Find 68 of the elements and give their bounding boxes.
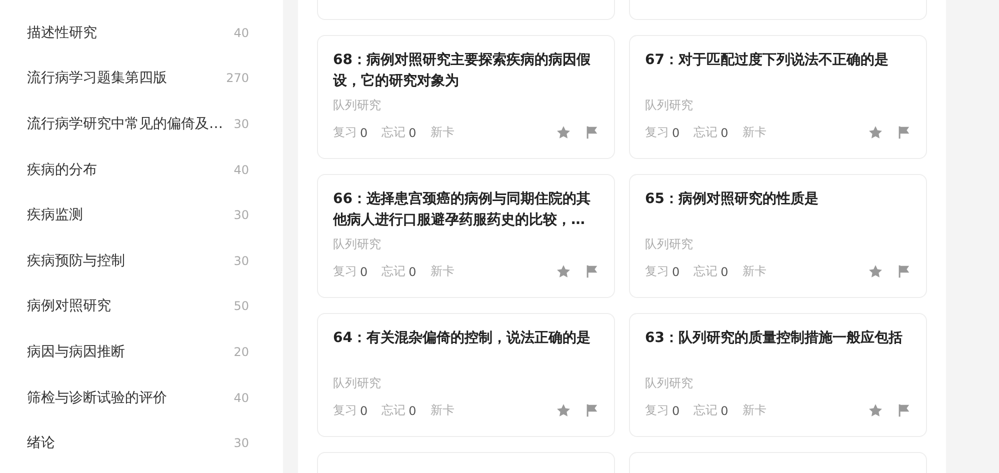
question-title: 64：有关混杂偏倚的控制，说法正确的是 [333, 329, 592, 348]
forget-label: 忘记 [382, 402, 406, 419]
star-icon[interactable] [556, 125, 571, 140]
sidebar-item[interactable]: 流行病学研究中常见的偏倚及… 30 [0, 101, 283, 147]
sidebar-item[interactable]: 病例对照研究 50 [0, 284, 283, 330]
sidebar-item[interactable]: 绪论 30 [0, 420, 283, 466]
flag-icon[interactable] [584, 125, 599, 140]
review-count: 0 [360, 264, 368, 278]
question-title: 63：队列研究的质量控制措施一般应包括 [645, 328, 904, 348]
star-icon[interactable] [868, 125, 883, 140]
star-icon[interactable] [556, 264, 571, 279]
forget-label: 忘记 [694, 263, 718, 280]
sidebar-item[interactable]: 筛检与诊断试验的评价 40 [0, 374, 283, 420]
category-tag: 队列研究 [333, 375, 599, 392]
flag-icon[interactable] [584, 264, 599, 279]
question-card[interactable]: 64：有关混杂偏倚的控制，说法正确的是 队列研究 复习 0 忘记 0 新卡 [317, 313, 615, 437]
forget-label: 忘记 [382, 124, 406, 141]
forget-label: 忘记 [694, 124, 718, 141]
forget-count: 0 [720, 404, 728, 418]
star-icon[interactable] [868, 403, 883, 418]
forget-count: 0 [720, 126, 728, 140]
flag-icon[interactable] [896, 403, 911, 418]
card-status: 新卡 [742, 124, 766, 141]
sidebar-item[interactable]: 描述性研究 40 [0, 10, 283, 56]
question-title: 68：病例对照研究主要探索疾病的病因假设，它的研究对象为 [333, 50, 592, 91]
review-label: 复习 [333, 402, 357, 419]
sidebar-item[interactable]: 疾病预防与控制 30 [0, 238, 283, 284]
sidebar-item[interactable]: 流行病学习题集第四版 270 [0, 56, 283, 102]
flag-icon[interactable] [584, 403, 599, 418]
category-tag: 队列研究 [645, 97, 911, 114]
question-card[interactable]: 63：队列研究的质量控制措施一般应包括 队列研究 复习 0 忘记 0 新卡 [629, 313, 927, 437]
question-title: 67：对于匹配过度下列说法不正确的是 [645, 50, 890, 70]
review-count: 0 [672, 404, 680, 418]
card-status: 新卡 [742, 263, 766, 280]
review-label: 复习 [333, 263, 357, 280]
star-icon[interactable] [556, 403, 571, 418]
question-card[interactable]: 67：对于匹配过度下列说法不正确的是 队列研究 复习 0 忘记 0 新卡 [629, 35, 927, 159]
review-label: 复习 [645, 263, 669, 280]
review-count: 0 [360, 404, 368, 418]
question-card[interactable]: 65：病例对照研究的性质是 队列研究 复习 0 忘记 0 新卡 [629, 174, 927, 298]
flag-icon[interactable] [896, 264, 911, 279]
question-title: 65：病例对照研究的性质是 [645, 190, 820, 209]
star-icon[interactable] [868, 264, 883, 279]
card-status: 新卡 [430, 402, 454, 419]
sidebar-item[interactable]: 疾病的分布 40 [0, 146, 283, 192]
card-status: 新卡 [430, 124, 454, 141]
forget-label: 忘记 [694, 402, 718, 419]
sidebar-item[interactable]: 疾病监测 30 [0, 192, 283, 238]
card-status: 新卡 [430, 263, 454, 280]
category-tag: 队列研究 [645, 236, 911, 253]
flag-icon[interactable] [896, 125, 911, 140]
question-card[interactable]: 68：病例对照研究主要探索疾病的病因假设，它的研究对象为 队列研究 复习 0 忘记 0 新卡 [317, 35, 615, 159]
review-count: 0 [360, 126, 368, 140]
forget-count: 0 [408, 264, 416, 278]
review-label: 复习 [645, 124, 669, 141]
category-tag: 队列研究 [333, 236, 599, 253]
review-count: 0 [672, 264, 680, 278]
forget-count: 0 [720, 264, 728, 278]
review-label: 复习 [645, 402, 669, 419]
category-tag: 队列研究 [333, 97, 599, 114]
sidebar-item[interactable]: 病因与病因推断 20 [0, 329, 283, 375]
review-count: 0 [672, 126, 680, 140]
category-tag: 队列研究 [645, 375, 911, 392]
review-label: 复习 [333, 124, 357, 141]
card-status: 新卡 [742, 402, 766, 419]
forget-count: 0 [408, 126, 416, 140]
forget-count: 0 [408, 404, 416, 418]
forget-label: 忘记 [382, 263, 406, 280]
